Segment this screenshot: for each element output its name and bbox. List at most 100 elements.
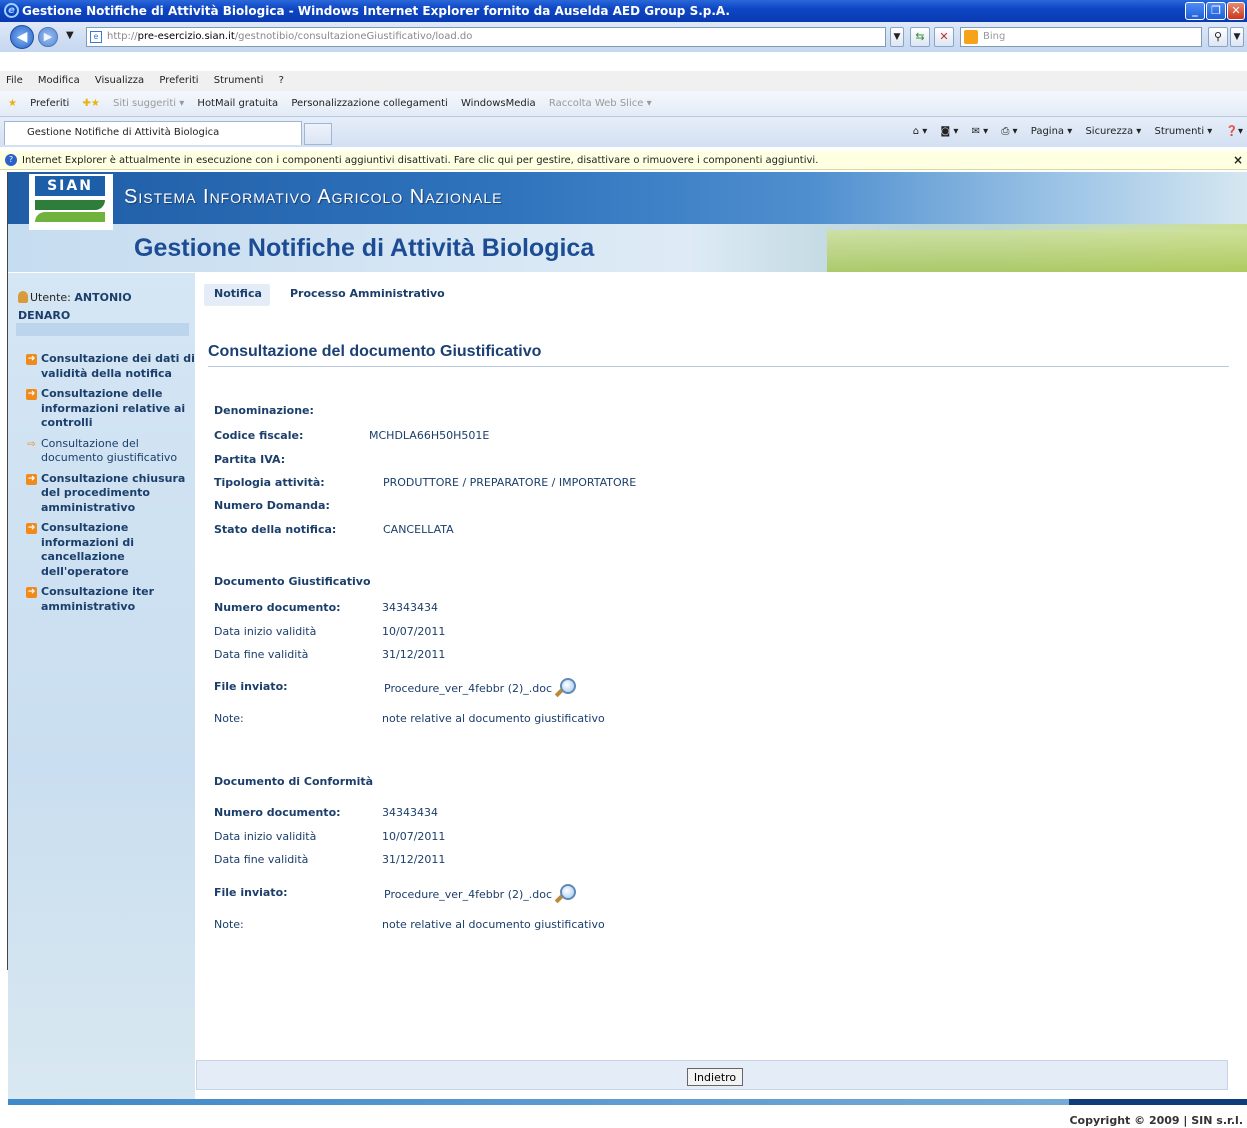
sidebar-item-label: Consultazione dei dati di validità della… xyxy=(41,352,195,380)
sidebar: Utente: ANTONIO DENARO ➜ Consultazione de… xyxy=(8,273,195,1099)
conf-fine-label: Data fine validità xyxy=(214,853,309,866)
fav-siti-suggeriti[interactable]: Siti suggeriti ▾ xyxy=(113,98,184,109)
sidebar-item-iter[interactable]: ➜ Consultazione iter amministrativo xyxy=(26,585,196,614)
print-icon[interactable]: ⎙ ▾ xyxy=(1001,126,1017,137)
copyright: Copyright © 2009 | SIN s.r.l. xyxy=(1069,1114,1243,1127)
minimize-button[interactable]: _ xyxy=(1185,2,1205,20)
maximize-button[interactable]: ❐ xyxy=(1206,2,1226,20)
back-button[interactable]: Indietro xyxy=(687,1068,743,1086)
sidebar-item-label: Consultazione del documento giustificati… xyxy=(41,436,178,465)
history-dropdown-icon[interactable]: ▼ xyxy=(66,30,74,41)
conf-numero-label: Numero documento: xyxy=(214,806,341,819)
page-title: Consultazione del documento Giustificati… xyxy=(208,343,542,360)
giust-fine-label: Data fine validità xyxy=(214,648,309,661)
arrow-icon: ➜ xyxy=(26,354,37,365)
giust-inizio-label: Data inizio validità xyxy=(214,625,317,638)
user-info: Utente: ANTONIO DENARO xyxy=(18,289,188,339)
new-tab-button[interactable] xyxy=(304,123,332,145)
current-arrow-icon: ⇨ xyxy=(27,438,36,450)
home-icon[interactable]: ⌂ ▾ xyxy=(913,126,928,137)
giust-note-label: Note: xyxy=(214,712,244,725)
sidebar-item-chiusura[interactable]: ➜ Consultazione chiusura del procedimento… xyxy=(26,472,196,516)
app-title: Gestione Notifiche di Attività Biologica xyxy=(134,234,595,262)
header-field-image xyxy=(827,230,1247,272)
back-nav-button[interactable]: ◀ xyxy=(10,25,34,49)
section-doc-conformita: Documento di Conformità xyxy=(214,775,374,788)
search-icon[interactable]: ⚲ xyxy=(1208,27,1228,47)
cmd-pagina[interactable]: Pagina ▾ xyxy=(1031,126,1073,137)
arrow-icon: ➜ xyxy=(26,523,37,534)
menu-help[interactable]: ? xyxy=(279,75,284,86)
forward-nav-button[interactable]: ▶ xyxy=(38,27,58,47)
arrow-icon: ➜ xyxy=(26,473,37,485)
tab-notifica[interactable]: Notifica xyxy=(204,284,270,306)
sidebar-item-controlli[interactable]: ➜ Consultazione delle informazioni relati… xyxy=(26,387,196,431)
user-name-last: DENARO xyxy=(18,309,71,322)
conf-file-label: File inviato: xyxy=(214,886,288,899)
giust-fine-value: 31/12/2011 xyxy=(382,648,446,661)
sidebar-item-giustificativo[interactable]: ⇨ Consultazione del documento giustificat… xyxy=(26,437,196,466)
sidebar-item-validita[interactable]: ➜ Consultazione dei dati di validità dell… xyxy=(26,352,196,381)
view-file-magnifier-icon[interactable] xyxy=(554,676,578,700)
help-icon[interactable]: ❓▾ xyxy=(1226,126,1243,137)
giust-numero-value: 34343434 xyxy=(382,601,438,614)
arrow-icon: ➜ xyxy=(26,587,37,598)
menu-strumenti[interactable]: Strumenti xyxy=(214,75,264,86)
fav-web-slice[interactable]: Raccolta Web Slice ▾ xyxy=(549,98,652,109)
conf-inizio-label: Data inizio validità xyxy=(214,830,317,843)
menu-modifica[interactable]: Modifica xyxy=(38,75,80,86)
view-file-magnifier-icon[interactable] xyxy=(554,882,578,906)
tab-row: Gestione Notifiche di Attività Biologica… xyxy=(0,117,1247,147)
giust-file-name[interactable]: Procedure_ver_4febbr (2)_.doc xyxy=(384,682,552,695)
address-dropdown-icon[interactable]: ▼ xyxy=(890,27,904,47)
giust-note-value: note relative al documento giustificativ… xyxy=(382,712,605,725)
sidebar-item-label: Consultazione iter amministrativo xyxy=(41,585,155,613)
favorites-bar: ★ Preferiti ✚★ Siti suggeriti ▾ HotMail … xyxy=(0,91,1247,117)
fav-hotmail[interactable]: HotMail gratuita xyxy=(197,98,278,109)
user-icon xyxy=(18,291,28,303)
logo-wave-light xyxy=(35,212,105,222)
url-host: pre-esercizio.sian.it xyxy=(137,31,235,42)
address-bar-input[interactable]: e http://pre-esercizio.sian.it/gestnotib… xyxy=(86,27,886,47)
mail-icon[interactable]: ✉ ▾ xyxy=(972,126,989,137)
close-window-button[interactable]: ✕ xyxy=(1227,2,1245,20)
sian-logo: SIAN xyxy=(29,174,113,230)
user-label: Utente: xyxy=(30,291,71,304)
conf-file-name[interactable]: Procedure_ver_4febbr (2)_.doc xyxy=(384,888,552,901)
conf-file-link[interactable]: Procedure_ver_4febbr (2)_.doc xyxy=(384,882,578,906)
search-input[interactable]: Bing xyxy=(960,27,1202,47)
page-icon: e xyxy=(90,31,102,43)
logo-wave-dark xyxy=(35,200,105,210)
search-options-icon[interactable]: ▼ xyxy=(1230,27,1244,47)
cmd-strumenti[interactable]: Strumenti ▾ xyxy=(1154,126,1212,137)
url-path: /gestnotibio/consultazioneGiustificativo… xyxy=(234,31,473,42)
fav-personalizzazione[interactable]: Personalizzazione collegamenti xyxy=(291,98,447,109)
window-title: Gestione Notifiche di Attività Biologica… xyxy=(22,4,730,18)
feeds-icon[interactable]: ◙ ▾ xyxy=(941,126,959,137)
button-bar: Indietro xyxy=(196,1060,1228,1090)
refresh-icon[interactable]: ⇆ xyxy=(910,27,930,47)
conf-fine-value: 31/12/2011 xyxy=(382,853,446,866)
infobar-close-icon[interactable]: × xyxy=(1233,151,1243,170)
conf-note-value: note relative al documento giustificativ… xyxy=(382,918,605,931)
cmd-sicurezza[interactable]: Sicurezza ▾ xyxy=(1085,126,1141,137)
menu-file[interactable]: File xyxy=(6,75,23,86)
giust-inizio-value: 10/07/2011 xyxy=(382,625,446,638)
information-bar[interactable]: ? Internet Explorer è attualmente in ese… xyxy=(0,151,1247,170)
menu-visualizza[interactable]: Visualizza xyxy=(95,75,144,86)
denominazione-label: Denominazione: xyxy=(214,404,314,417)
window-title-bar: e Gestione Notifiche di Attività Biologi… xyxy=(0,0,1247,22)
stop-icon[interactable]: ✕ xyxy=(934,27,954,47)
menu-preferiti[interactable]: Preferiti xyxy=(159,75,198,86)
cf-label: Codice fiscale: xyxy=(214,429,304,442)
giust-numero-label: Numero documento: xyxy=(214,601,341,614)
tab-processo-amministrativo[interactable]: Processo Amministrativo xyxy=(290,284,490,304)
sidebar-nav: ➜ Consultazione dei dati di validità dell… xyxy=(26,352,196,620)
favorites-button[interactable]: Preferiti xyxy=(30,98,69,109)
browser-tab[interactable]: Gestione Notifiche di Attività Biologica xyxy=(4,121,302,145)
add-favorite-icon[interactable]: ✚★ xyxy=(83,98,100,109)
giust-file-link[interactable]: Procedure_ver_4febbr (2)_.doc xyxy=(384,676,578,700)
fav-windowsmedia[interactable]: WindowsMedia xyxy=(461,98,536,109)
sidebar-item-cancellazione[interactable]: ➜ Consultazione informazioni di cancellaz… xyxy=(26,521,196,579)
conf-inizio-value: 10/07/2011 xyxy=(382,830,446,843)
